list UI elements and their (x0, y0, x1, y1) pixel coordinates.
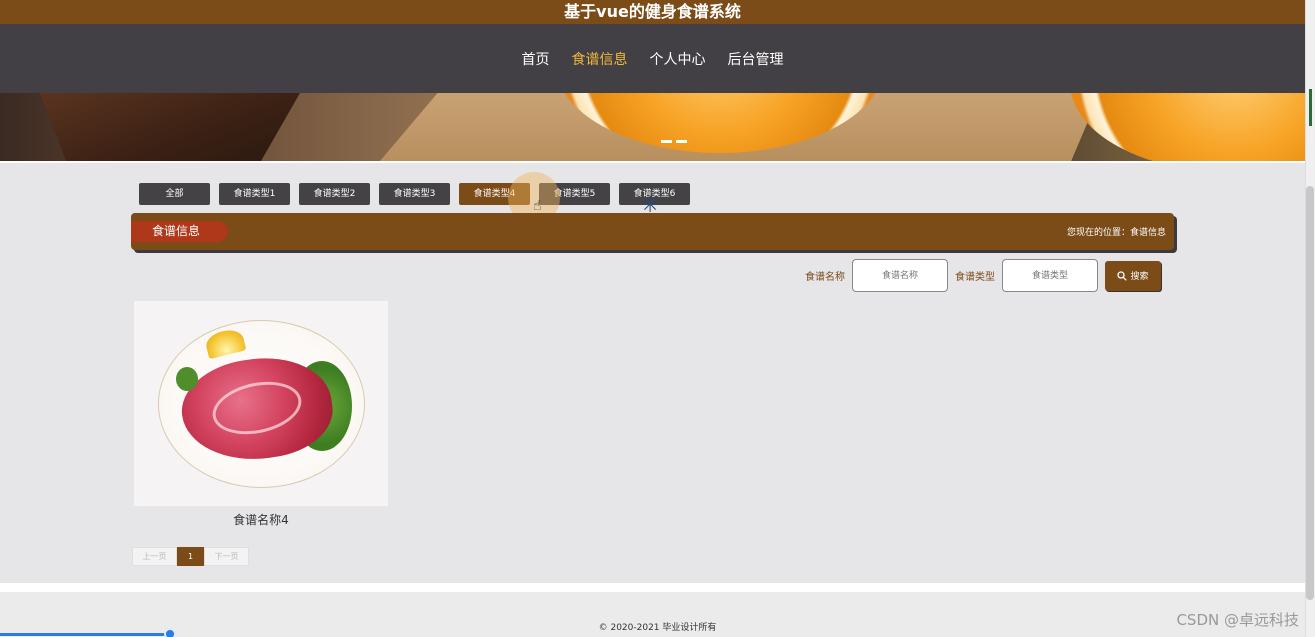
watermark: CSDN @卓远科技 (1176, 611, 1299, 629)
recipe-card-title[interactable]: 食谱名称4 (134, 511, 388, 528)
recipe-name-label: 食谱名称 (805, 272, 845, 283)
filter-type3-button[interactable]: 食谱类型3 (379, 183, 450, 205)
copyright-text: © 2020-2021 毕业设计所有 (598, 623, 717, 633)
recipe-type-input[interactable] (1002, 259, 1098, 292)
recipe-type-label: 食谱类型 (955, 272, 995, 283)
banner-divider (0, 161, 1305, 163)
site-title: 基于vue的健身食谱系统 (564, 2, 741, 21)
prev-page-button[interactable]: 上一页 (132, 547, 177, 566)
page-number-button[interactable]: 1 (177, 547, 204, 566)
search-icon (1117, 270, 1128, 281)
nav-item-recipes[interactable]: 食谱信息 (572, 49, 628, 69)
scroll-indicator (1309, 89, 1312, 126)
filter-type1-button[interactable]: 食谱类型1 (219, 183, 290, 205)
carousel-dot[interactable] (661, 140, 672, 143)
filter-type2-button[interactable]: 食谱类型2 (299, 183, 370, 205)
breadcrumb: 您现在的位置：食谱信息 (1066, 228, 1166, 238)
nav-item-admin[interactable]: 后台管理 (728, 49, 784, 69)
banner-chocolate-image (40, 93, 300, 161)
section-title: 食谱信息 (131, 221, 228, 242)
nav-item-profile[interactable]: 个人中心 (650, 49, 706, 69)
hand-cursor-icon: ☝ (533, 198, 542, 214)
main-nav: 首页 食谱信息 个人中心 后台管理 (0, 24, 1305, 93)
site-title-bar: 基于vue的健身食谱系统 (0, 0, 1305, 24)
search-button-label: 搜索 (1130, 271, 1149, 281)
search-button[interactable]: 搜索 (1105, 260, 1161, 291)
search-bar: 食谱名称 食谱类型 搜索 (805, 259, 1161, 292)
category-filters: 全部 食谱类型1 食谱类型2 食谱类型3 食谱类型4 食谱类型5 食谱类型6 (139, 183, 690, 205)
next-page-button[interactable]: 下一页 (204, 547, 249, 566)
video-progress-handle[interactable] (164, 628, 176, 637)
scrollbar-thumb[interactable] (1306, 186, 1314, 600)
filter-all-button[interactable]: 全部 (139, 183, 210, 205)
footer-divider (0, 583, 1305, 592)
recipe-name-input[interactable] (852, 259, 948, 292)
nav-item-home[interactable]: 首页 (522, 49, 550, 69)
carousel-dot[interactable] (676, 140, 687, 143)
banner-carousel[interactable] (0, 93, 1305, 161)
carousel-indicators[interactable] (661, 140, 687, 143)
herb-image (176, 367, 198, 391)
section-header: 食谱信息 您现在的位置：食谱信息 (131, 213, 1174, 250)
banner-orange-image (1070, 93, 1305, 161)
recipe-card-image[interactable] (134, 301, 388, 506)
pagination: 上一页 1 下一页 (132, 547, 249, 566)
video-progress-bar[interactable] (0, 633, 170, 636)
